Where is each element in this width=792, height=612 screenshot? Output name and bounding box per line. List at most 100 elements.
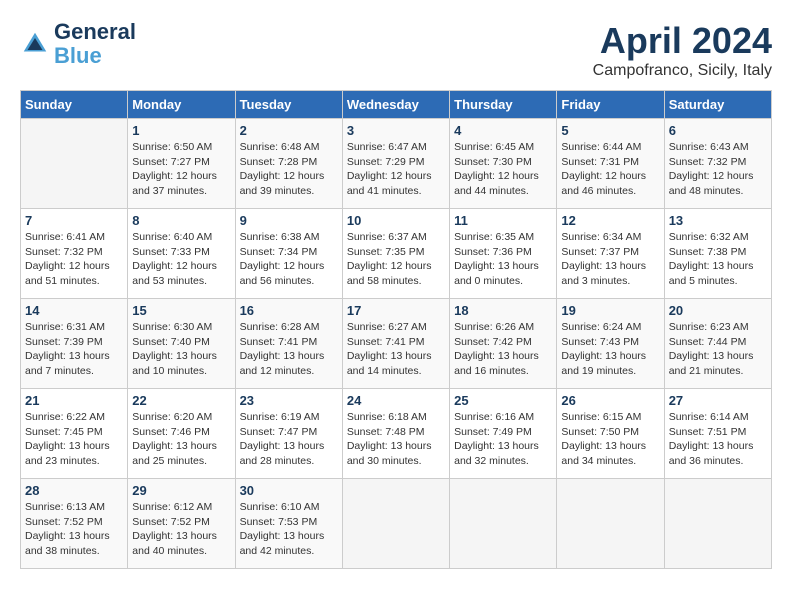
day-info: Sunrise: 6:43 AMSunset: 7:32 PMDaylight:… — [669, 140, 767, 199]
day-number: 19 — [561, 303, 659, 318]
day-number: 23 — [240, 393, 338, 408]
calendar-day-cell: 22 Sunrise: 6:20 AMSunset: 7:46 PMDayligh… — [128, 389, 235, 479]
logo-icon — [20, 29, 50, 59]
calendar-day-cell — [450, 479, 557, 569]
calendar-table: SundayMondayTuesdayWednesdayThursdayFrid… — [20, 90, 772, 569]
day-info: Sunrise: 6:38 AMSunset: 7:34 PMDaylight:… — [240, 230, 338, 289]
logo-line1: General — [54, 20, 136, 44]
day-number: 15 — [132, 303, 230, 318]
day-number: 5 — [561, 123, 659, 138]
day-number: 2 — [240, 123, 338, 138]
day-number: 18 — [454, 303, 552, 318]
day-info: Sunrise: 6:50 AMSunset: 7:27 PMDaylight:… — [132, 140, 230, 199]
day-number: 9 — [240, 213, 338, 228]
calendar-day-cell: 20Sunrise: 6:23 AMSunset: 7:44 PMDayligh… — [664, 299, 771, 389]
day-number: 10 — [347, 213, 445, 228]
calendar-week-row: 14Sunrise: 6:31 AMSunset: 7:39 PMDayligh… — [21, 299, 772, 389]
day-of-week-header: Wednesday — [342, 91, 449, 119]
day-info: Sunrise: 6:14 AMSunset: 7:51 PMDaylight:… — [669, 410, 767, 469]
day-number: 24 — [347, 393, 445, 408]
calendar-week-row: 28Sunrise: 6:13 AMSunset: 7:52 PMDayligh… — [21, 479, 772, 569]
calendar-day-cell: 25Sunrise: 6:16 AMSunset: 7:49 PMDayligh… — [450, 389, 557, 479]
calendar-day-cell: 4 Sunrise: 6:45 AMSunset: 7:30 PMDaylight… — [450, 119, 557, 209]
calendar-day-cell: 11 Sunrise: 6:35 AMSunset: 7:36 PMDayligh… — [450, 209, 557, 299]
day-number: 7 — [25, 213, 123, 228]
day-number: 27 — [669, 393, 767, 408]
logo-text: General Blue — [54, 20, 136, 68]
day-number: 1 — [132, 123, 230, 138]
calendar-day-cell: 30 Sunrise: 6:10 AMSunset: 7:53 PMDayligh… — [235, 479, 342, 569]
day-info: Sunrise: 6:15 AMSunset: 7:50 PMDaylight:… — [561, 410, 659, 469]
logo-line2: Blue — [54, 44, 136, 68]
subtitle: Campofranco, Sicily, Italy — [593, 62, 772, 80]
day-info: Sunrise: 6:20 AMSunset: 7:46 PMDaylight:… — [132, 410, 230, 469]
day-info: Sunrise: 6:41 AMSunset: 7:32 PMDaylight:… — [25, 230, 123, 289]
title-block: April 2024 Campofranco, Sicily, Italy — [593, 20, 772, 80]
day-info: Sunrise: 6:44 AMSunset: 7:31 PMDaylight:… — [561, 140, 659, 199]
calendar-day-cell: 19 Sunrise: 6:24 AMSunset: 7:43 PMDayligh… — [557, 299, 664, 389]
day-of-week-header: Tuesday — [235, 91, 342, 119]
calendar-day-cell: 10 Sunrise: 6:37 AMSunset: 7:35 PMDayligh… — [342, 209, 449, 299]
day-number: 12 — [561, 213, 659, 228]
day-info: Sunrise: 6:31 AMSunset: 7:39 PMDaylight:… — [25, 320, 123, 379]
calendar-day-cell: 8 Sunrise: 6:40 AMSunset: 7:33 PMDaylight… — [128, 209, 235, 299]
day-number: 26 — [561, 393, 659, 408]
calendar-day-cell: 29Sunrise: 6:12 AMSunset: 7:52 PMDayligh… — [128, 479, 235, 569]
calendar-day-cell: 18Sunrise: 6:26 AMSunset: 7:42 PMDayligh… — [450, 299, 557, 389]
day-info: Sunrise: 6:18 AMSunset: 7:48 PMDaylight:… — [347, 410, 445, 469]
calendar-day-cell: 23Sunrise: 6:19 AMSunset: 7:47 PMDayligh… — [235, 389, 342, 479]
calendar-day-cell: 13Sunrise: 6:32 AMSunset: 7:38 PMDayligh… — [664, 209, 771, 299]
calendar-week-row: 7 Sunrise: 6:41 AMSunset: 7:32 PMDaylight… — [21, 209, 772, 299]
day-number: 6 — [669, 123, 767, 138]
calendar-day-cell: 7 Sunrise: 6:41 AMSunset: 7:32 PMDaylight… — [21, 209, 128, 299]
day-number: 22 — [132, 393, 230, 408]
day-of-week-header: Friday — [557, 91, 664, 119]
calendar-day-cell: 24 Sunrise: 6:18 AMSunset: 7:48 PMDayligh… — [342, 389, 449, 479]
calendar-day-cell — [342, 479, 449, 569]
calendar-week-row: 1 Sunrise: 6:50 AMSunset: 7:27 PMDaylight… — [21, 119, 772, 209]
day-number: 8 — [132, 213, 230, 228]
day-info: Sunrise: 6:37 AMSunset: 7:35 PMDaylight:… — [347, 230, 445, 289]
calendar-day-cell: 16 Sunrise: 6:28 AMSunset: 7:41 PMDayligh… — [235, 299, 342, 389]
day-of-week-header: Saturday — [664, 91, 771, 119]
calendar-day-cell — [557, 479, 664, 569]
day-info: Sunrise: 6:13 AMSunset: 7:52 PMDaylight:… — [25, 500, 123, 559]
calendar-week-row: 21 Sunrise: 6:22 AMSunset: 7:45 PMDayligh… — [21, 389, 772, 479]
day-info: Sunrise: 6:45 AMSunset: 7:30 PMDaylight:… — [454, 140, 552, 199]
calendar-day-cell — [664, 479, 771, 569]
calendar-day-cell: 28Sunrise: 6:13 AMSunset: 7:52 PMDayligh… — [21, 479, 128, 569]
calendar-day-cell: 1 Sunrise: 6:50 AMSunset: 7:27 PMDaylight… — [128, 119, 235, 209]
day-number: 11 — [454, 213, 552, 228]
day-info: Sunrise: 6:24 AMSunset: 7:43 PMDaylight:… — [561, 320, 659, 379]
day-number: 3 — [347, 123, 445, 138]
day-info: Sunrise: 6:27 AMSunset: 7:41 PMDaylight:… — [347, 320, 445, 379]
day-number: 4 — [454, 123, 552, 138]
day-of-week-header: Sunday — [21, 91, 128, 119]
calendar-day-cell: 21 Sunrise: 6:22 AMSunset: 7:45 PMDayligh… — [21, 389, 128, 479]
day-number: 16 — [240, 303, 338, 318]
day-info: Sunrise: 6:23 AMSunset: 7:44 PMDaylight:… — [669, 320, 767, 379]
day-info: Sunrise: 6:28 AMSunset: 7:41 PMDaylight:… — [240, 320, 338, 379]
calendar-day-cell: 2 Sunrise: 6:48 AMSunset: 7:28 PMDaylight… — [235, 119, 342, 209]
calendar-day-cell: 27 Sunrise: 6:14 AMSunset: 7:51 PMDayligh… — [664, 389, 771, 479]
logo: General Blue — [20, 20, 136, 68]
day-of-week-header: Monday — [128, 91, 235, 119]
calendar-day-cell: 26 Sunrise: 6:15 AMSunset: 7:50 PMDayligh… — [557, 389, 664, 479]
calendar-day-cell: 12 Sunrise: 6:34 AMSunset: 7:37 PMDayligh… — [557, 209, 664, 299]
calendar-day-cell: 15Sunrise: 6:30 AMSunset: 7:40 PMDayligh… — [128, 299, 235, 389]
day-number: 29 — [132, 483, 230, 498]
month-title: April 2024 — [593, 20, 772, 62]
day-of-week-header: Thursday — [450, 91, 557, 119]
calendar-day-cell: 6 Sunrise: 6:43 AMSunset: 7:32 PMDaylight… — [664, 119, 771, 209]
day-info: Sunrise: 6:40 AMSunset: 7:33 PMDaylight:… — [132, 230, 230, 289]
day-number: 30 — [240, 483, 338, 498]
day-info: Sunrise: 6:10 AMSunset: 7:53 PMDaylight:… — [240, 500, 338, 559]
day-number: 25 — [454, 393, 552, 408]
day-number: 21 — [25, 393, 123, 408]
day-info: Sunrise: 6:32 AMSunset: 7:38 PMDaylight:… — [669, 230, 767, 289]
day-info: Sunrise: 6:48 AMSunset: 7:28 PMDaylight:… — [240, 140, 338, 199]
day-info: Sunrise: 6:47 AMSunset: 7:29 PMDaylight:… — [347, 140, 445, 199]
day-info: Sunrise: 6:34 AMSunset: 7:37 PMDaylight:… — [561, 230, 659, 289]
day-info: Sunrise: 6:22 AMSunset: 7:45 PMDaylight:… — [25, 410, 123, 469]
day-info: Sunrise: 6:35 AMSunset: 7:36 PMDaylight:… — [454, 230, 552, 289]
